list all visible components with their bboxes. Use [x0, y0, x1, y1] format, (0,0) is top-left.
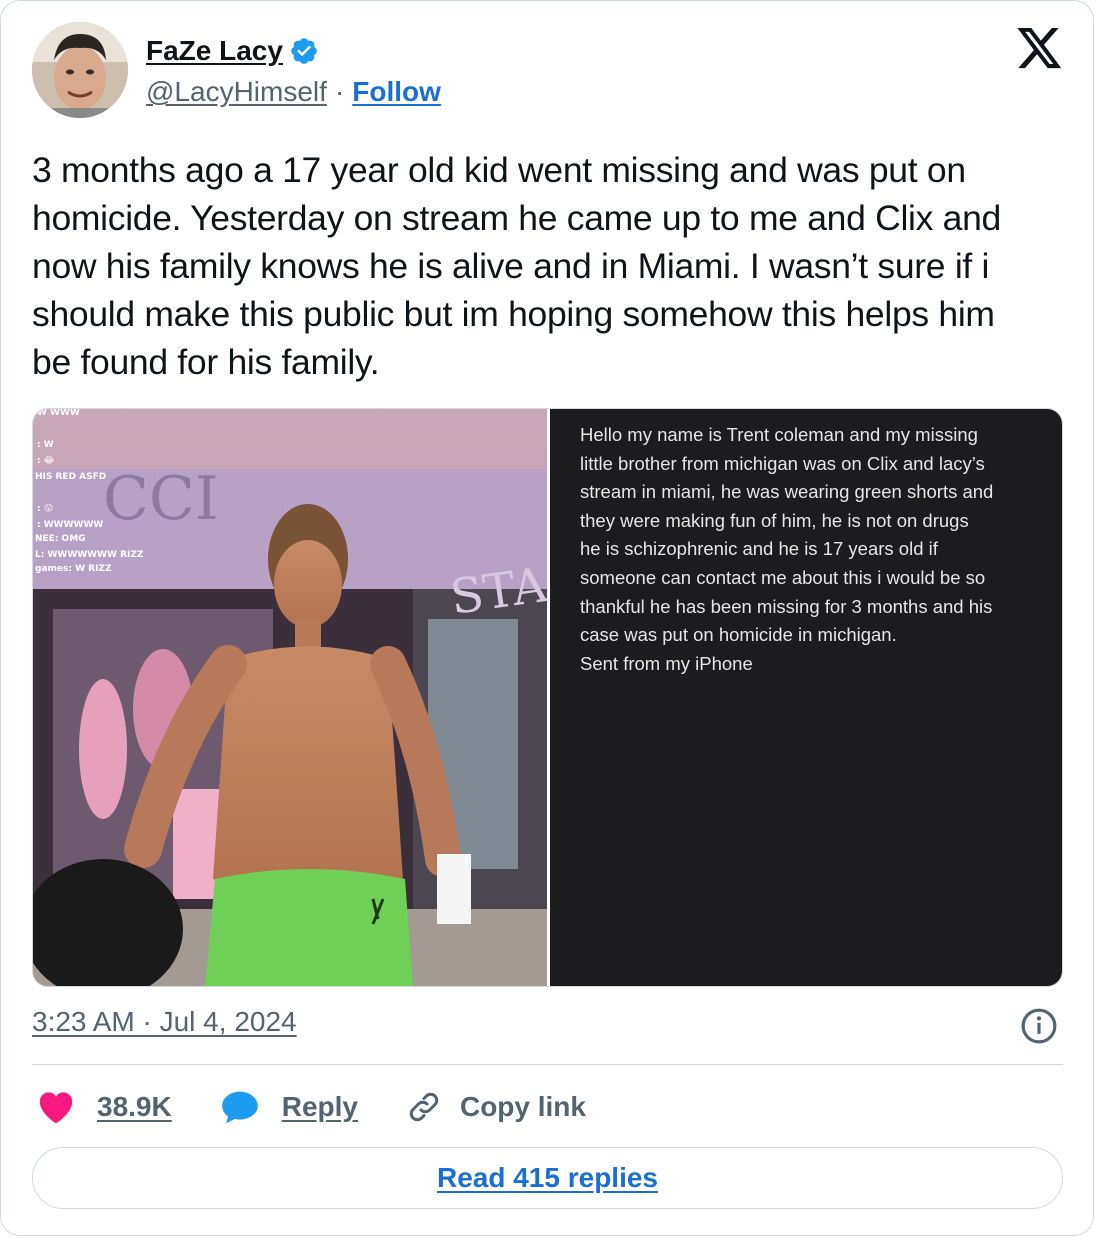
like-count: 38.9K: [97, 1091, 172, 1122]
svg-text:L: WWWWWWW RIZZ: L: WWWWWWW RIZZ: [35, 550, 144, 560]
stream-photo-image: STAR CCI W WWW: W: 😂 HIS RED ASFD: 😮 …: [33, 409, 547, 986]
stream-photo[interactable]: STAR CCI W WWW: W: 😂 HIS RED ASFD: 😮 …: [33, 409, 547, 986]
message-line: case was put on homicide in michigan.: [580, 624, 897, 646]
display-name[interactable]: FaZe Lacy: [146, 35, 283, 67]
message-line: they were making fun of him, he is not o…: [580, 509, 969, 531]
tweet-card: FaZe Lacy @LacyHimself · Follow 3 months…: [0, 0, 1094, 1236]
svg-text:: 😂: : 😂: [37, 455, 55, 466]
svg-text:HIS RED ASFD: HIS RED ASFD: [35, 472, 106, 482]
handle-row: @LacyHimself · Follow: [146, 76, 441, 108]
svg-text:CCI: CCI: [103, 464, 219, 534]
svg-text:W WWW: W WWW: [37, 409, 80, 418]
timestamp-link[interactable]: 3:23 AM · Jul 4, 2024: [32, 1006, 297, 1038]
verified-badge-icon: [291, 38, 317, 64]
svg-text:: 😮: : 😮: [37, 503, 53, 514]
message-line: someone can contact me about this i woul…: [580, 566, 986, 588]
follow-button[interactable]: Follow: [352, 76, 441, 108]
separator-dot: ·: [334, 76, 345, 107]
read-replies-button[interactable]: Read 415 replies: [32, 1147, 1063, 1209]
copy-link-button[interactable]: Copy link: [406, 1089, 586, 1125]
reply-button[interactable]: Reply: [220, 1090, 358, 1124]
reply-bubble-icon: [221, 1091, 258, 1124]
avatar-image: [32, 22, 128, 118]
message-line: thankful he has been missing for 3 month…: [580, 595, 993, 617]
author-handle[interactable]: @LacyHimself: [146, 76, 327, 108]
svg-text:games: W RIZZ: games: W RIZZ: [35, 564, 112, 574]
message-line: he is schizophrenic and he is 17 years o…: [580, 538, 938, 560]
link-icon: [409, 1092, 439, 1122]
x-logo-icon[interactable]: [1017, 28, 1063, 70]
action-bar: 38.9K Reply Copy link: [37, 1085, 634, 1129]
copy-link-label: Copy link: [459, 1091, 586, 1122]
message-line: stream in miami, he was wearing green sh…: [580, 481, 994, 503]
message-screenshot[interactable]: Hello my name is Trent coleman and my mi…: [550, 409, 1062, 986]
message-signature: Sent from my iPhone: [580, 652, 753, 674]
avatar[interactable]: [32, 22, 128, 118]
reply-label: Reply: [281, 1091, 358, 1122]
heart-icon: [39, 1092, 73, 1124]
message-line: little brother from michigan was on Clix…: [580, 452, 985, 474]
message-line: Hello my name is Trent coleman and my mi…: [580, 424, 978, 445]
message-text: Hello my name is Trent coleman and my mi…: [580, 421, 1050, 678]
tweet-text: 3 months ago a 17 year old kid went miss…: [32, 150, 1001, 382]
svg-text:: W: : W: [37, 440, 54, 450]
read-replies-label: Read 415 replies: [436, 1162, 659, 1193]
media-grid: STAR CCI W WWW: W: 😂 HIS RED ASFD: 😮 …: [32, 408, 1063, 987]
divider: [32, 1064, 1063, 1065]
svg-text:: WWWWWW: : WWWWWW: [37, 520, 103, 530]
info-icon[interactable]: [1020, 1007, 1058, 1045]
svg-text:NEE: OMG: NEE: OMG: [35, 534, 86, 544]
author-name-row: FaZe Lacy: [146, 35, 319, 67]
like-button[interactable]: 38.9K: [37, 1090, 172, 1124]
